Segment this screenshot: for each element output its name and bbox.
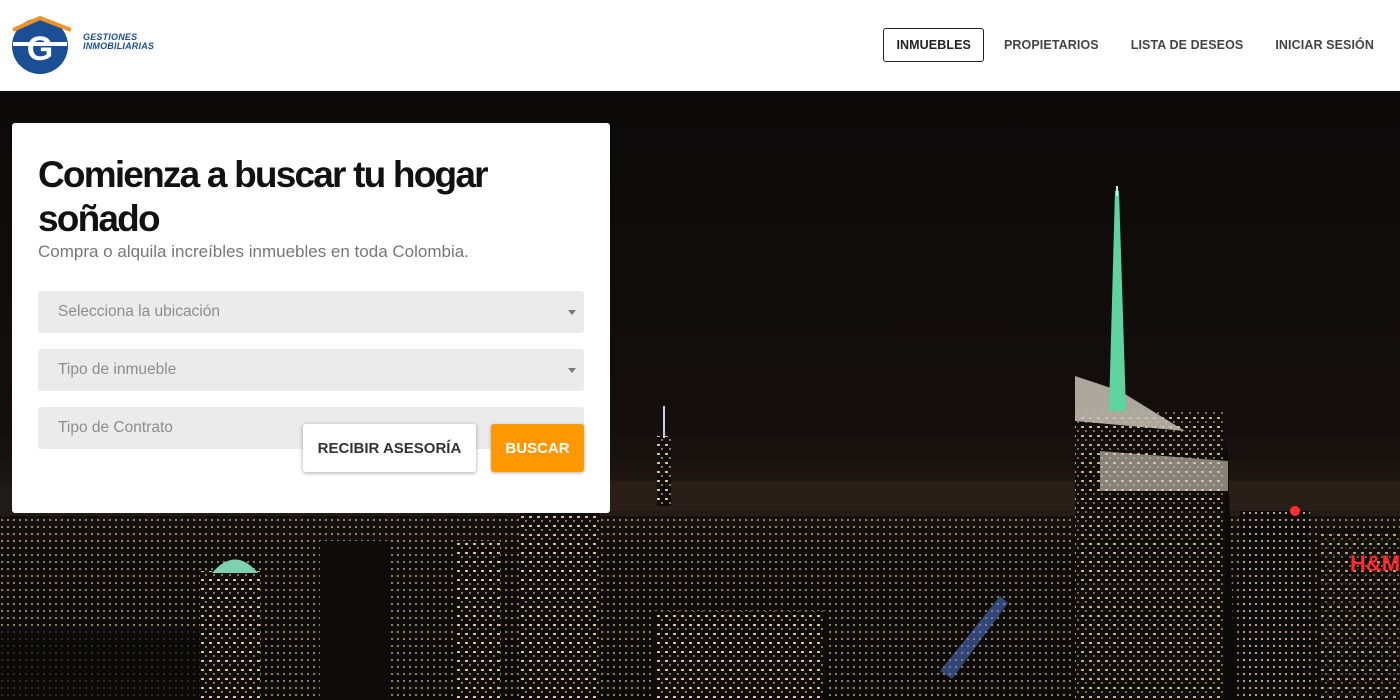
search-subtitle: Compra o alquila increíbles inmuebles en…: [38, 242, 469, 261]
search-actions: RECIBIR ASESORÍA BUSCAR: [303, 424, 584, 472]
location-select-placeholder: Selecciona la ubicación: [58, 303, 220, 320]
site-header: G GESTIONES INMOBILIARIAS INMUEBLES PROP…: [0, 0, 1400, 91]
search-button[interactable]: BUSCAR: [491, 424, 584, 472]
search-title: Comienza a buscar tu hogar soñado: [38, 154, 489, 239]
receive-advice-button[interactable]: RECIBIR ASESORÍA: [303, 424, 476, 472]
search-card: Comienza a buscar tu hogar soñado Compra…: [12, 123, 610, 513]
nav-item-iniciar-sesion[interactable]: INICIAR SESIÓN: [1259, 28, 1390, 62]
svg-text:H&M: H&M: [1350, 551, 1400, 576]
property-type-select[interactable]: Tipo de inmueble: [38, 349, 584, 391]
nav-item-propietarios[interactable]: PROPIETARIOS: [988, 28, 1115, 62]
svg-text:G: G: [27, 30, 53, 68]
brand-logo[interactable]: G GESTIONES INMOBILIARIAS: [11, 15, 171, 76]
chevron-down-icon: [568, 368, 576, 373]
property-type-placeholder: Tipo de inmueble: [58, 361, 177, 378]
nav-item-inmuebles[interactable]: INMUEBLES: [883, 28, 984, 62]
location-select[interactable]: Selecciona la ubicación: [38, 291, 584, 333]
contract-type-placeholder: Tipo de Contrato: [58, 419, 173, 436]
nav-item-lista-de-deseos[interactable]: LISTA DE DESEOS: [1115, 28, 1260, 62]
main-nav: INMUEBLES PROPIETARIOS LISTA DE DESEOS I…: [883, 28, 1390, 62]
brand-name: GESTIONES INMOBILIARIAS: [83, 33, 154, 51]
house-g-logo-icon: G: [12, 15, 72, 74]
brand-line-2: INMOBILIARIAS: [83, 41, 155, 51]
chevron-down-icon: [568, 310, 576, 315]
